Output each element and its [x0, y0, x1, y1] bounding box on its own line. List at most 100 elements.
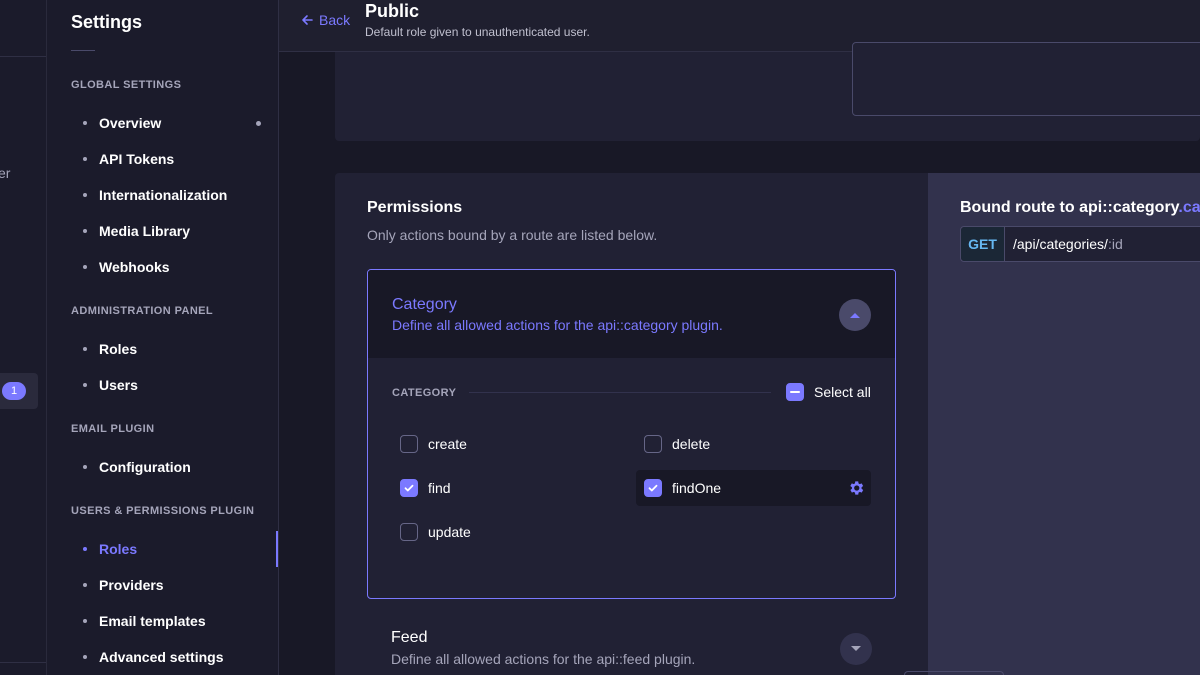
bullet-icon [83, 583, 87, 587]
permission-create[interactable]: create [392, 426, 627, 462]
bullet-icon [83, 193, 87, 197]
bullet-icon [83, 547, 87, 551]
permission-label: create [428, 436, 467, 452]
permissions-panel: Permissions Only actions bound by a rout… [335, 173, 928, 675]
sidebar-item-overview[interactable]: Overview [83, 109, 278, 137]
collapse-button[interactable] [839, 299, 871, 331]
page-subtitle: Default role given to unauthenticated us… [365, 25, 590, 39]
role-details-card [335, 42, 1200, 141]
section-label-users-permissions-plugin: USERS & PERMISSIONS PLUGIN [71, 505, 255, 517]
group-divider [469, 392, 771, 393]
sidebar-item-internationalization[interactable]: Internationalization [83, 181, 278, 209]
route-title-prefix: Bound route to [960, 199, 1080, 216]
permission-label: delete [672, 436, 711, 452]
expand-button[interactable] [840, 633, 872, 665]
description-textarea[interactable] [852, 42, 1200, 116]
sidebar-item-admin-roles[interactable]: Roles [83, 335, 278, 363]
route-display: GET /api/categories/:id [960, 226, 1200, 262]
sidebar-item-label: Overview [99, 115, 162, 131]
checkbox-checked-icon [644, 479, 662, 497]
bullet-icon [83, 265, 87, 269]
sidebar-item-label: Providers [99, 577, 164, 593]
page-title: Public [365, 1, 420, 21]
permission-label: find [428, 480, 451, 496]
sidebar-item-label: Media Library [99, 223, 191, 239]
accordion-feed[interactable]: Feed Define all allowed actions for the … [367, 617, 896, 675]
select-all-checkbox[interactable]: Select all [786, 383, 871, 401]
sidebar-item-advanced-settings[interactable]: Advanced settings [83, 643, 278, 671]
accordion-description: Define all allowed actions for the api::… [392, 317, 723, 333]
permission-delete[interactable]: delete [636, 426, 871, 462]
back-label: Back [319, 12, 351, 28]
sidebar-item-providers[interactable]: Providers [83, 571, 278, 599]
permissions-title: Permissions [367, 199, 463, 216]
checkbox-checked-icon [400, 479, 418, 497]
sidebar-item-label: Email templates [99, 613, 206, 629]
bullet-icon [83, 383, 87, 387]
back-link[interactable]: Back [301, 12, 350, 28]
route-title-api: api::category [1079, 199, 1179, 216]
bullet-icon [83, 121, 87, 125]
sidebar-item-label: Webhooks [99, 259, 170, 275]
sidebar-item-media-library[interactable]: Media Library [83, 217, 278, 245]
active-indicator [276, 531, 278, 567]
group-label: CATEGORY [392, 387, 457, 399]
http-method-badge: GET [961, 227, 1005, 261]
section-label-email-plugin: EMAIL PLUGIN [71, 423, 155, 435]
sidebar-item-email-templates[interactable]: Email templates [83, 607, 278, 635]
sidebar-item-webhooks[interactable]: Webhooks [83, 253, 278, 281]
bullet-icon [83, 655, 87, 659]
permission-update[interactable]: update [392, 514, 627, 550]
sidebar-item-label: Users [99, 377, 138, 393]
accordion-description: Define all allowed actions for the api::… [391, 651, 696, 667]
nav-item-partial-label[interactable]: er [0, 165, 10, 181]
bullet-icon [83, 347, 87, 351]
accordion-header[interactable]: Category Define all allowed actions for … [368, 270, 895, 358]
status-dot-icon [256, 121, 261, 126]
sidebar-item-label: Roles [99, 541, 138, 557]
gear-icon[interactable] [847, 479, 865, 497]
select-all-label: Select all [814, 384, 871, 400]
permissions-subtitle: Only actions bound by a route are listed… [367, 227, 658, 243]
sidebar-item-configuration[interactable]: Configuration [83, 453, 278, 481]
route-path-param: :id [1107, 236, 1123, 252]
sidebar-item-users[interactable]: Users [83, 371, 278, 399]
route-path-base: /api/categories/ [1013, 236, 1108, 252]
bullet-icon [83, 465, 87, 469]
settings-sidebar: Settings GLOBAL SETTINGS Overview API To… [47, 0, 279, 675]
bullet-icon [83, 157, 87, 161]
sidebar-item-label: Internationalization [99, 187, 228, 203]
sidebar-item-label: Configuration [99, 459, 191, 475]
route-title-accent: .cat [1178, 199, 1200, 216]
accordion-title: Category [392, 296, 457, 313]
sidebar-item-label: Advanced settings [99, 649, 224, 665]
sidebar-item-roles[interactable]: Roles [83, 535, 278, 563]
section-label-administration-panel: ADMINISTRATION PANEL [71, 305, 214, 317]
checkbox-icon [400, 523, 418, 541]
bullet-icon [83, 229, 87, 233]
permission-label: update [428, 524, 471, 540]
nav-item-with-badge[interactable]: 1 [0, 373, 38, 409]
strip-divider [0, 56, 46, 57]
strip-divider [0, 662, 46, 663]
sidebar-title: Settings [71, 12, 143, 32]
checkbox-icon [400, 435, 418, 453]
notification-badge: 1 [2, 382, 26, 400]
permission-findone[interactable]: findOne [636, 470, 871, 506]
bound-route-title: Bound route to api::category.cat [960, 199, 1200, 217]
sidebar-item-api-tokens[interactable]: API Tokens [83, 145, 278, 173]
chevron-up-icon [850, 313, 860, 318]
permission-find[interactable]: find [392, 470, 627, 506]
permission-label: findOne [672, 480, 722, 496]
accordion-category: Category Define all allowed actions for … [367, 269, 896, 599]
sidebar-item-label: Roles [99, 341, 138, 357]
bound-route-panel: Bound route to api::category.cat GET /ap… [928, 173, 1200, 675]
route-path: /api/categories/:id [1005, 236, 1123, 252]
bullet-icon [83, 619, 87, 623]
checkbox-indeterminate-icon [786, 383, 804, 401]
floating-element-edge [904, 671, 1004, 675]
arrow-left-icon [302, 15, 313, 25]
checkbox-icon [644, 435, 662, 453]
sidebar-item-label: API Tokens [99, 151, 175, 167]
main-nav-strip: er 1 [0, 0, 47, 675]
